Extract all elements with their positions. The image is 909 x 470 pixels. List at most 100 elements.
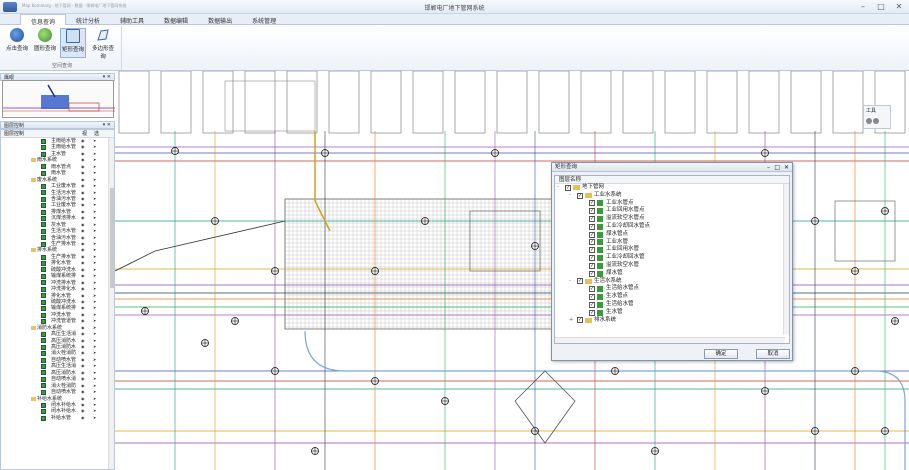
layer-checkbox[interactable] bbox=[41, 151, 46, 157]
dialog-checkbox[interactable]: ✓ bbox=[589, 239, 595, 246]
layer-checkbox[interactable] bbox=[41, 183, 46, 189]
dialog-checkbox[interactable]: ✓ bbox=[589, 301, 595, 308]
layer-scrollbar[interactable] bbox=[108, 138, 114, 469]
layer-checkbox[interactable] bbox=[41, 267, 46, 273]
tab-data-edit[interactable]: 数据编辑 bbox=[154, 14, 198, 25]
layer-checkbox[interactable] bbox=[41, 357, 46, 363]
polygon-query-button[interactable]: 多边形查询 bbox=[90, 28, 116, 60]
layer-checkbox[interactable] bbox=[41, 409, 46, 415]
tab-statistics[interactable]: 统计分析 bbox=[66, 14, 110, 25]
layer-checkbox[interactable] bbox=[41, 235, 46, 241]
dialog-layer-row[interactable]: ✓ 煤水管 bbox=[555, 270, 789, 278]
layer-checkbox[interactable] bbox=[41, 215, 46, 221]
dialog-layer-row[interactable]: ✓ 溢流软空水管 bbox=[555, 262, 789, 270]
tab-tools[interactable]: 辅助工具 bbox=[110, 14, 154, 25]
point-query-button[interactable]: 点击查询 bbox=[4, 28, 30, 58]
tab-info-query[interactable]: 信息查询 bbox=[20, 14, 67, 26]
layer-checkbox[interactable] bbox=[41, 170, 46, 176]
expander-icon[interactable]: + bbox=[569, 317, 573, 325]
layer-checkbox[interactable] bbox=[41, 293, 46, 299]
tab-system[interactable]: 系统管理 bbox=[242, 14, 286, 25]
dialog-group-row[interactable]: - ✓ 生活水系统 bbox=[555, 278, 789, 286]
layer-checkbox[interactable] bbox=[41, 299, 46, 305]
ok-button[interactable]: 确定 bbox=[704, 349, 738, 359]
dialog-checkbox[interactable]: ✓ bbox=[589, 270, 595, 277]
dialog-group-row[interactable]: - ✓ 工业水系统 bbox=[555, 192, 789, 200]
dialog-checkbox[interactable]: ✓ bbox=[589, 255, 595, 262]
layer-checkbox[interactable] bbox=[41, 273, 46, 279]
layer-checkbox[interactable] bbox=[41, 254, 46, 260]
map-toolbox[interactable]: 工具 bbox=[863, 105, 891, 129]
layer-checkbox[interactable] bbox=[41, 196, 46, 202]
layer-checkbox[interactable] bbox=[41, 351, 46, 357]
minimize-icon[interactable]: – bbox=[767, 163, 770, 172]
layer-checkbox[interactable] bbox=[41, 280, 46, 286]
layer-checkbox[interactable] bbox=[41, 241, 46, 247]
dialog-checkbox[interactable]: ✓ bbox=[577, 278, 583, 285]
visible-toggle-icon[interactable]: ◉ bbox=[81, 415, 85, 421]
zoom-icon[interactable] bbox=[873, 118, 879, 124]
dialog-layer-row[interactable]: ✓ 工业冷却回水管 bbox=[555, 254, 789, 262]
dialog-checkbox[interactable]: ✓ bbox=[589, 247, 595, 254]
dialog-layer-row[interactable]: ✓ 工业回用水管点 bbox=[555, 207, 789, 215]
dialog-layer-row[interactable]: ✓ 工业冷却回水管点 bbox=[555, 223, 789, 231]
dialog-checkbox[interactable]: ✓ bbox=[589, 208, 595, 215]
minimize-icon[interactable]: – bbox=[857, 2, 869, 12]
dialog-checkbox[interactable]: ✓ bbox=[565, 184, 571, 191]
layer-checkbox[interactable] bbox=[41, 364, 46, 369]
layer-checkbox[interactable] bbox=[41, 261, 46, 266]
dialog-checkbox[interactable]: ✓ bbox=[589, 309, 595, 316]
layer-checkbox[interactable] bbox=[41, 376, 46, 382]
maximize-icon[interactable]: □ bbox=[875, 2, 887, 12]
select-toggle-icon[interactable]: ➤ bbox=[93, 415, 96, 421]
overview-map[interactable] bbox=[2, 80, 115, 118]
layer-checkbox[interactable] bbox=[41, 164, 46, 170]
dialog-layer-row[interactable]: ✓ 生活给水管点 bbox=[555, 285, 789, 293]
tab-data-output[interactable]: 数据输出 bbox=[198, 14, 242, 25]
layer-checkbox[interactable] bbox=[41, 222, 46, 228]
close-icon[interactable]: ✕ bbox=[893, 2, 905, 12]
dialog-layer-row[interactable]: ✓ 生水管 bbox=[555, 309, 789, 317]
maximize-icon[interactable]: □ bbox=[774, 163, 780, 172]
expander-icon[interactable]: - bbox=[557, 184, 559, 192]
dialog-layer-row[interactable]: ✓ 工业水管点 bbox=[555, 200, 789, 208]
dialog-group-row[interactable]: - ✓ 地下管网 bbox=[555, 184, 789, 192]
dialog-checkbox[interactable]: ✓ bbox=[577, 317, 583, 324]
layer-checkbox[interactable] bbox=[41, 415, 46, 421]
layer-checkbox[interactable] bbox=[41, 344, 46, 350]
layer-checkbox[interactable] bbox=[41, 318, 46, 324]
dialog-layer-row[interactable]: ✓ 溢流软空水管点 bbox=[555, 215, 789, 223]
layer-checkbox[interactable] bbox=[41, 331, 46, 337]
layer-checkbox[interactable] bbox=[41, 370, 46, 376]
layer-checkbox[interactable] bbox=[41, 203, 46, 209]
dialog-layer-row[interactable]: ✓ 煤水管点 bbox=[555, 231, 789, 239]
circle-query-button[interactable]: 圆形查询 bbox=[32, 28, 58, 58]
pan-icon[interactable] bbox=[866, 118, 872, 124]
dialog-checkbox[interactable]: ✓ bbox=[589, 294, 595, 301]
dialog-layer-row[interactable]: ✓ 生水管点 bbox=[555, 293, 789, 301]
dialog-layer-row[interactable]: ✓ 生活给水管 bbox=[555, 301, 789, 309]
dialog-checkbox[interactable]: ✓ bbox=[589, 200, 595, 207]
layer-checkbox[interactable] bbox=[41, 138, 46, 144]
layer-checkbox[interactable] bbox=[41, 286, 46, 292]
layer-checkbox[interactable] bbox=[41, 402, 46, 408]
dialog-checkbox[interactable]: ✓ bbox=[589, 223, 595, 230]
dialog-group-row[interactable]: + ✓ 排水系统 bbox=[555, 317, 789, 325]
close-icon[interactable]: ✕ bbox=[784, 163, 789, 172]
dialog-checkbox[interactable]: ✓ bbox=[577, 192, 583, 199]
expander-icon[interactable]: - bbox=[569, 278, 571, 286]
layer-checkbox[interactable] bbox=[41, 312, 46, 318]
layer-checkbox[interactable] bbox=[41, 209, 46, 215]
dialog-checkbox[interactable]: ✓ bbox=[589, 262, 595, 269]
dialog-layer-row[interactable]: ✓ 工业水管 bbox=[555, 239, 789, 247]
expander-icon[interactable]: - bbox=[569, 192, 571, 200]
dialog-layer-row[interactable]: ✓ 工业回用水管 bbox=[555, 246, 789, 254]
dialog-checkbox[interactable]: ✓ bbox=[589, 286, 595, 293]
layer-checkbox[interactable] bbox=[41, 306, 46, 312]
dialog-checkbox[interactable]: ✓ bbox=[589, 216, 595, 223]
dialog-scrollbar[interactable] bbox=[783, 184, 789, 334]
layer-checkbox[interactable] bbox=[41, 389, 46, 395]
dialog-checkbox[interactable]: ✓ bbox=[589, 231, 595, 238]
pin-icon[interactable]: ▾ ✕ bbox=[103, 122, 111, 128]
layer-checkbox[interactable] bbox=[41, 190, 46, 196]
